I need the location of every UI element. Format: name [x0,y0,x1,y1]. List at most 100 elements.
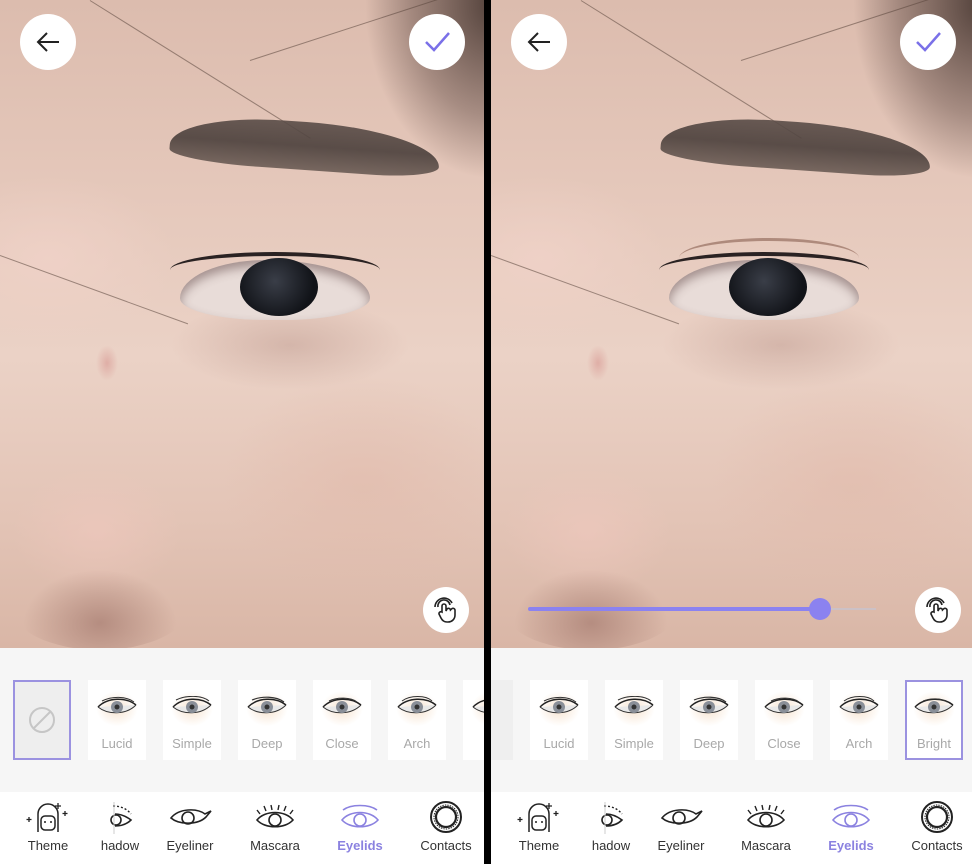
nav-label: Eyelids [337,838,383,853]
arrow-left-icon [527,32,550,52]
confirm-button[interactable] [900,14,956,70]
nav-tab-contacts[interactable]: Contacts [897,800,972,860]
skin-spot [96,345,118,381]
eyelid-style-icon [88,680,146,732]
nav-label: Contacts [911,838,963,853]
nav-label: Eyelids [828,838,874,853]
contact-lens-icon [430,801,462,833]
eyelid-style-icon [755,680,813,732]
nav-tab-mascara[interactable]: Mascara [726,800,806,860]
tap-hand-icon [926,597,948,623]
contact-lens-icon [921,801,953,833]
confirm-button[interactable] [409,14,465,70]
eye [170,252,380,324]
style-label: Bright [917,736,951,751]
eyelid-style-icon [830,680,888,732]
style-option-lucid[interactable]: Lucid [88,680,146,760]
nav-tab-eyeliner[interactable]: Eyeliner [150,800,230,860]
face-photo [0,0,484,648]
skin-spot [587,345,609,381]
nav-label: Mascara [741,838,791,853]
nav-tab-mascara[interactable]: Mascara [235,800,315,860]
eye-with-eyelid [659,238,869,324]
hair-strand [89,0,311,139]
style-option-deep[interactable]: Deep [680,680,738,760]
face-photo [491,0,972,648]
style-option-lucid[interactable]: Lucid [530,680,588,760]
nav-tab-theme[interactable]: Theme [8,800,88,860]
style-label: Lucid [543,736,575,751]
nav-tab-eyelids[interactable]: Eyelids [811,800,891,860]
slider-fill [528,607,821,611]
eyeliner-icon [660,809,703,825]
nav-tab-contacts[interactable]: Contacts [406,800,484,860]
hair-strand [491,255,680,325]
style-option-arch[interactable]: Arch [388,680,446,760]
nav-label: Eyeliner [166,838,214,853]
nav-label: Theme [518,838,560,853]
mascara-icon [746,804,786,828]
face-sparkle-icon [517,803,559,832]
back-button[interactable] [511,14,567,70]
eyelid-style-icon [388,680,446,732]
arrow-left-icon [36,32,59,52]
face-sparkle-icon [26,803,68,832]
style-option-simple[interactable]: Simple [163,680,221,760]
eyelid-style-icon [530,680,588,732]
no-style-option-partial[interactable] [491,680,513,760]
eyeliner-icon [169,809,212,825]
checkmark-icon [425,32,450,52]
hair-strand [0,255,189,325]
nav-tab-eyeshadow[interactable]: hadow [80,800,160,860]
style-label: Lucid [101,736,133,751]
style-label: Arch [845,736,873,751]
nav-label: Theme [27,838,69,853]
comparison-stage: Lucid Simple Deep Close Arch Theme hadow… [0,0,972,864]
style-option-deep[interactable]: Deep [238,680,296,760]
nav-tab-eyeliner[interactable]: Eyeliner [641,800,721,860]
style-option-close[interactable]: Close [755,680,813,760]
nav-label: hadow [100,838,140,853]
eyelid-styles-strip[interactable]: Lucid Simple Deep Close [491,648,972,792]
style-option-simple[interactable]: Simple [605,680,663,760]
intensity-slider[interactable] [528,598,876,620]
style-option-bright-partial[interactable]: Br [463,680,484,760]
bottom-nav: Theme hadow Eyeliner Mascara Eyelids Con… [0,792,484,864]
eyeshadow-icon [601,802,624,834]
eyelid-style-icon [605,680,663,732]
style-label: Close [325,736,359,751]
nav-tab-eyeshadow[interactable]: hadow [571,800,651,860]
checkmark-icon [916,32,941,52]
nav-label: Eyeliner [657,838,705,853]
tap-hand-icon [434,597,456,623]
style-option-bright[interactable]: Bright [905,680,963,760]
mascara-icon [255,804,295,828]
nav-tab-eyelids[interactable]: Eyelids [320,800,400,860]
style-label: Deep [251,736,283,751]
back-button[interactable] [20,14,76,70]
nav-label: Contacts [420,838,472,853]
style-option-arch[interactable]: Arch [830,680,888,760]
after-panel: Lucid Simple Deep Close Arch Bright Them… [491,0,972,864]
nav-label: Mascara [250,838,300,853]
style-label: Simple [614,736,654,751]
no-style-option[interactable] [13,680,71,760]
eyelid-styles-strip[interactable]: Lucid Simple Deep Close [0,648,484,792]
nostril [10,560,190,648]
compare-button[interactable] [915,587,961,633]
slider-thumb[interactable] [809,598,832,620]
nav-label: hadow [591,838,631,853]
style-option-close[interactable]: Close [313,680,371,760]
style-label: Close [767,736,801,751]
bottom-nav: Theme hadow Eyeliner Mascara Eyelids Con… [491,792,972,864]
eyelid-style-icon [163,680,221,732]
none-icon [29,707,55,733]
hair-strand [580,0,802,139]
style-label: Arch [403,736,431,751]
eyelid-style-icon [463,680,484,732]
nav-tab-theme[interactable]: Theme [499,800,579,860]
before-panel: Lucid Simple Deep Close Arch Theme hadow… [0,0,484,864]
eyeshadow-icon [110,802,133,834]
compare-button[interactable] [423,587,469,633]
style-label: Deep [693,736,725,751]
